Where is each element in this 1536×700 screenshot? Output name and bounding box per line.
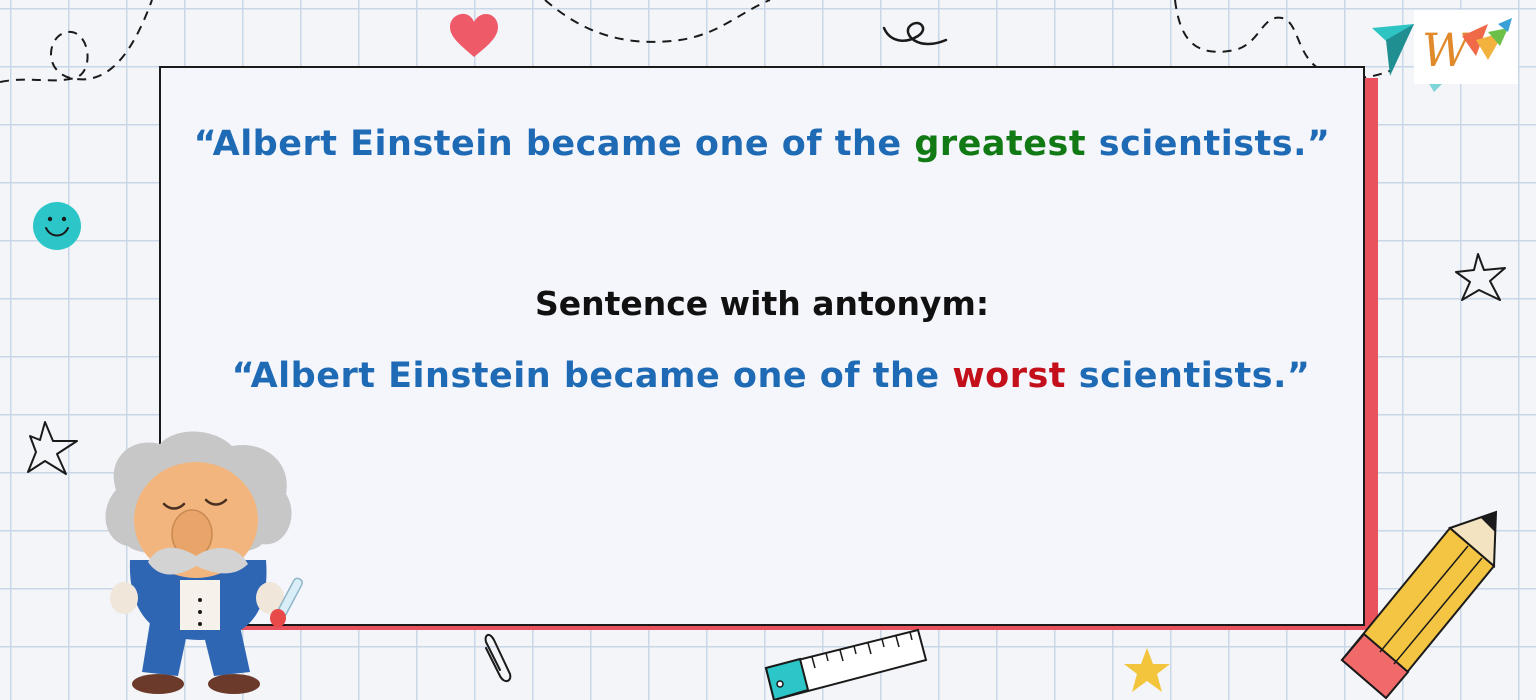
star-icon: [1124, 648, 1170, 692]
ruler-icon: [764, 628, 928, 700]
pencil-icon: [1340, 510, 1498, 700]
svg-text:W: W: [1422, 23, 1473, 77]
einstein-character: [105, 431, 304, 694]
star-outline-icon-right: [1455, 253, 1506, 301]
foreground-decorations: [27, 202, 1506, 700]
brand-logo: W: [1414, 10, 1518, 84]
paper-clip-icon: [484, 634, 512, 682]
smiley-icon: [33, 202, 81, 250]
logo-mark-icon: W: [1422, 18, 1512, 77]
star-outline-icon-left: [27, 421, 78, 475]
